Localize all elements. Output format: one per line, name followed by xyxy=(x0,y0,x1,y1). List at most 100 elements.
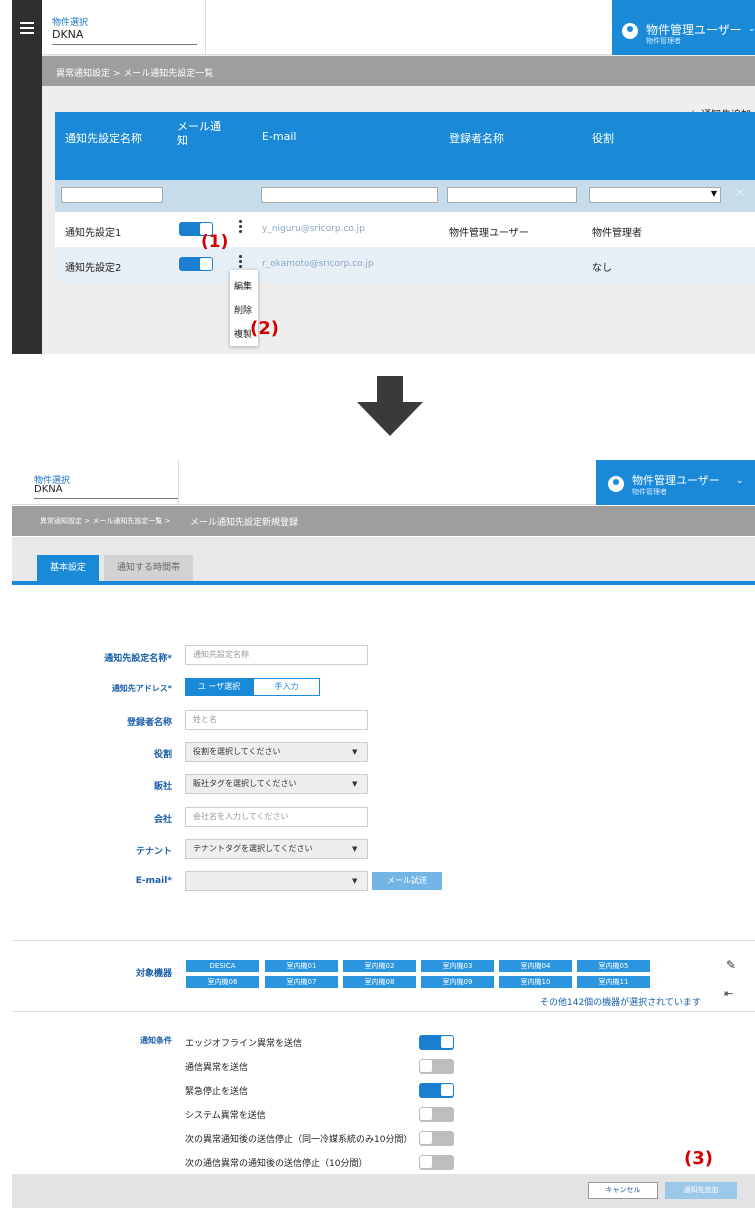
device-chip[interactable]: 室内機05 xyxy=(577,960,650,972)
device-chip[interactable]: 室内機08 xyxy=(343,976,416,988)
callout-3: (3) xyxy=(684,1148,713,1169)
add-destination-submit-button[interactable]: 通知先追加 xyxy=(665,1182,737,1199)
list-screen: 物件選択 DKNA 物件管理ユーザー 物件管理者 ⌄ 異常通知設定 > メール通… xyxy=(12,0,755,354)
tenant-select[interactable]: テナントタグを選択してください ▼ xyxy=(185,839,368,859)
condition-label: システム異常を送信 xyxy=(185,1111,266,1121)
table-row[interactable]: 通知先設定2 r_okamoto@sricorp.co.jp なし xyxy=(55,247,755,282)
condition-label: 緊急停止を送信 xyxy=(185,1087,249,1097)
dealer-label: 販社 xyxy=(153,782,172,792)
breadcrumb-text: 異常通知設定 > メール通知先設定一覧 xyxy=(56,69,214,79)
property-label: 物件選択 xyxy=(52,18,89,28)
email-label: E-mail* xyxy=(135,876,172,886)
role-select-value: 役割を選択してください xyxy=(193,747,281,756)
condition-toggle[interactable] xyxy=(419,1083,454,1098)
chevron-down-icon[interactable]: ⌄ xyxy=(736,476,744,486)
devices-more-text: その他142個の機器が選択されています xyxy=(540,998,701,1008)
table-row[interactable]: 通知先設定1 y_niguru@sricorp.co.jp 物件管理ユーザー 物… xyxy=(55,212,755,247)
device-chip[interactable]: 室内機11 xyxy=(577,976,650,988)
section-divider xyxy=(12,940,755,941)
exit-icon[interactable]: ⇤ xyxy=(724,987,733,1000)
devices-label: 対象機器 xyxy=(135,969,172,979)
email-test-button[interactable]: メール試送 xyxy=(372,872,442,890)
section-divider xyxy=(12,1011,755,1012)
role-label: 役割 xyxy=(153,750,172,760)
condition-toggle[interactable] xyxy=(419,1131,454,1146)
device-chip[interactable]: 室内機06 xyxy=(186,976,259,988)
name-input[interactable]: 通知先設定名称 xyxy=(185,645,368,665)
device-chip[interactable]: 室内機10 xyxy=(499,976,572,988)
menu-item-delete[interactable]: 削除 xyxy=(234,303,252,316)
kebab-icon[interactable] xyxy=(239,255,243,271)
filter-role-select[interactable]: ▼ xyxy=(589,187,721,203)
hamburger-icon[interactable] xyxy=(20,22,34,34)
chevron-down-icon[interactable]: ⌄ xyxy=(748,24,755,34)
header: 物件選択 DKNA 物件管理ユーザー 物件管理者 ⌄ xyxy=(12,460,755,505)
device-chip[interactable]: 室内機07 xyxy=(265,976,338,988)
property-value[interactable]: DKNA xyxy=(52,28,83,41)
condition-toggle[interactable] xyxy=(419,1035,454,1050)
company-placeholder: 会社名を入力してください xyxy=(193,812,289,821)
row-role: なし xyxy=(592,263,612,274)
name-label: 通知先設定名称* xyxy=(104,654,172,664)
menu-item-edit[interactable]: 編集 xyxy=(234,279,252,292)
condition-toggle[interactable] xyxy=(419,1059,454,1074)
condition-label: エッジオフライン異常を送信 xyxy=(185,1039,303,1049)
filter-name-input[interactable] xyxy=(61,187,163,203)
user-icon xyxy=(608,476,624,492)
email-select[interactable]: ▼ xyxy=(185,871,368,891)
column-header-registrant[interactable]: 登録者名称 xyxy=(449,130,504,146)
column-header-email[interactable]: E-mail xyxy=(262,130,297,143)
callout-2: (2) xyxy=(250,318,279,339)
row-role: 物件管理者 xyxy=(592,228,642,239)
header-divider xyxy=(178,460,179,505)
registrant-placeholder: 姓と名 xyxy=(193,715,217,724)
device-chip[interactable]: 室内機01 xyxy=(265,960,338,972)
table-header: 通知先設定名称 メール通 知 E-mail 登録者名称 役割 xyxy=(55,112,755,180)
user-name: 物件管理ユーザー xyxy=(632,474,720,487)
device-chip[interactable]: 室内機04 xyxy=(499,960,572,972)
filter-registrant-input[interactable] xyxy=(447,187,577,203)
mail-toggle[interactable] xyxy=(179,257,213,271)
cancel-button[interactable]: キャンセル xyxy=(588,1182,658,1199)
footer-bar: キャンセル 通知先追加 xyxy=(12,1174,755,1208)
kebab-icon[interactable] xyxy=(239,220,243,236)
row-registrant: 物件管理ユーザー xyxy=(449,228,529,239)
property-value[interactable]: DKNA xyxy=(34,484,63,495)
column-header-mail[interactable]: メール通 知 xyxy=(177,120,227,148)
device-chip[interactable]: 室内機03 xyxy=(421,960,494,972)
tab-notify-time[interactable]: 通知する時間帯 xyxy=(104,555,193,581)
close-icon[interactable]: ✕ xyxy=(735,186,746,201)
column-header-role[interactable]: 役割 xyxy=(592,130,614,146)
dealer-select[interactable]: 販社タグを選択してください ▼ xyxy=(185,774,368,794)
device-chip[interactable]: 室内機09 xyxy=(421,976,494,988)
header-divider xyxy=(205,0,206,55)
user-menu[interactable]: 物件管理ユーザー 物件管理者 ⌄ xyxy=(596,460,755,505)
user-role: 物件管理者 xyxy=(632,488,667,496)
filter-email-input[interactable] xyxy=(261,187,438,203)
condition-toggle[interactable] xyxy=(419,1107,454,1122)
row-name: 通知先設定1 xyxy=(65,228,122,239)
role-select[interactable]: 役割を選択してください ▼ xyxy=(185,742,368,762)
address-manual-button[interactable]: 手入力 xyxy=(253,678,320,696)
breadcrumb-path[interactable]: 異常通知設定 > メール通知先設定一覧 > xyxy=(40,516,170,526)
row-email: r_okamoto@sricorp.co.jp xyxy=(262,259,374,269)
condition-label: 次の異常通知後の送信停止（同一冷媒系統のみ10分間） xyxy=(185,1135,413,1145)
condition-label: 次の通信異常の通知後の送信停止（10分間） xyxy=(185,1159,368,1169)
user-menu[interactable]: 物件管理ユーザー 物件管理者 ⌄ xyxy=(612,0,755,55)
dealer-select-value: 販社タグを選択してください xyxy=(193,779,297,788)
company-input[interactable]: 会社名を入力してください xyxy=(185,807,368,827)
pencil-icon[interactable]: ✎ xyxy=(726,958,736,972)
address-user-select-button[interactable]: ユ ーザ選択 xyxy=(185,678,253,696)
device-chip[interactable]: 室内機02 xyxy=(343,960,416,972)
address-label: 通知先アドレス* xyxy=(111,684,172,693)
tab-basic-settings[interactable]: 基本設定 xyxy=(37,555,99,581)
breadcrumb: 異常通知設定 > メール通知先設定一覧 > メール通知先設定新規登録 xyxy=(12,506,755,536)
condition-toggle[interactable] xyxy=(419,1155,454,1170)
device-chip[interactable]: DESICA xyxy=(186,960,259,972)
row-email: y_niguru@sricorp.co.jp xyxy=(262,224,365,234)
registrant-input[interactable]: 姓と名 xyxy=(185,710,368,730)
property-underline xyxy=(34,498,178,499)
column-header-name[interactable]: 通知先設定名称 xyxy=(65,130,142,146)
callout-1: (1) xyxy=(201,232,229,252)
registrant-label: 登録者名称 xyxy=(126,718,172,728)
